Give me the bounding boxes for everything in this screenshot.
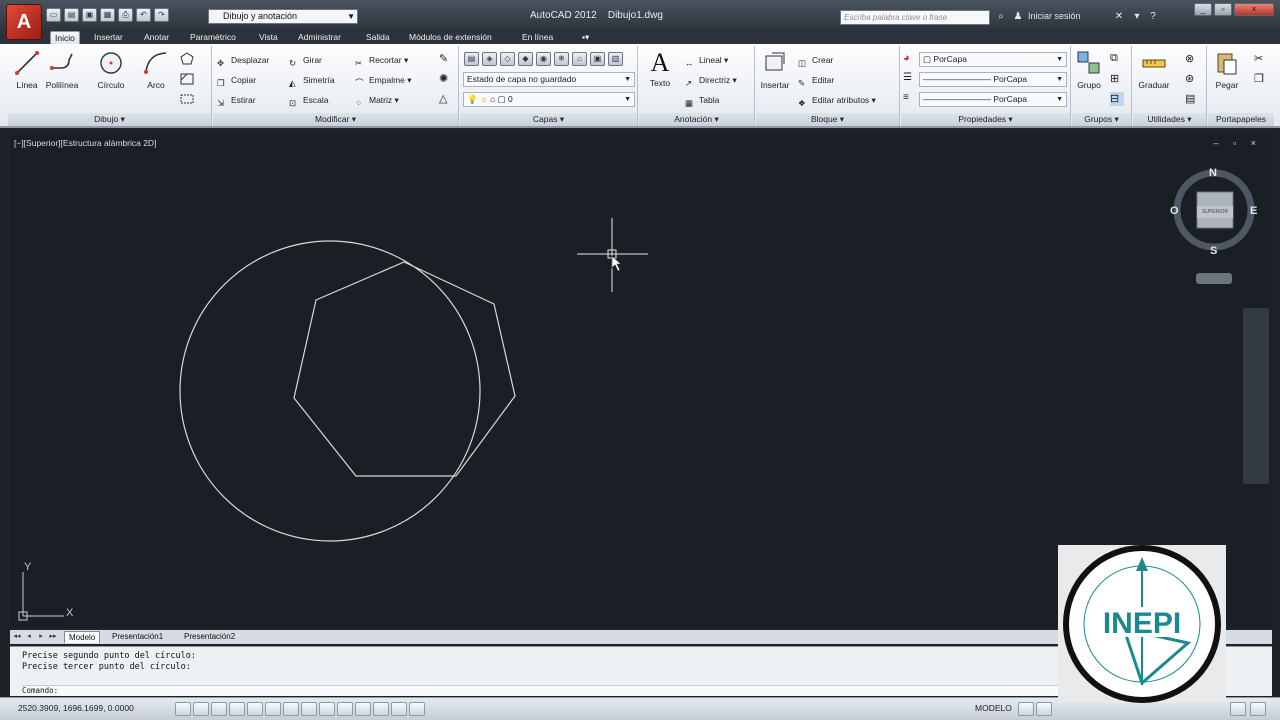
lineweight-toggle-icon[interactable] (337, 702, 353, 716)
osnap-icon[interactable] (247, 702, 263, 716)
quick-view-drawings-icon[interactable] (1036, 702, 1052, 716)
last-tab-icon[interactable]: ▸▸ (48, 631, 58, 642)
navigation-bar[interactable] (1243, 308, 1269, 484)
compass-west: O (1170, 205, 1179, 217)
wcs-button[interactable] (1196, 273, 1232, 284)
snap-icon[interactable] (175, 702, 191, 716)
annotation-monitor-icon[interactable] (409, 702, 425, 716)
ucs-y-label: Y (24, 561, 32, 573)
coordinates-readout: 2520.3909, 1696.1699, 0.0000 (18, 703, 134, 713)
logo-text: INEPI (1103, 607, 1181, 640)
otrack-icon[interactable] (283, 702, 299, 716)
grid-icon[interactable] (193, 702, 209, 716)
viewport-controls[interactable]: [−][Superior][Estructura alámbrica 2D] (14, 138, 156, 148)
quick-view-layouts-icon[interactable] (1018, 702, 1034, 716)
model-space-button[interactable]: MODELO (975, 703, 1012, 713)
3dosnap-icon[interactable] (265, 702, 281, 716)
command-history-line: Precise segundo punto del círculo: (22, 651, 196, 661)
selection-cycling-icon[interactable] (391, 702, 407, 716)
ducs-icon[interactable] (301, 702, 317, 716)
tab-presentacion1[interactable]: Presentación1 (108, 631, 167, 643)
viewcube-face[interactable]: SUPERIOR (1197, 206, 1233, 218)
prev-tab-icon[interactable]: ◂ (24, 631, 34, 642)
clean-screen-icon[interactable] (1230, 702, 1246, 716)
command-input[interactable]: Comando: (22, 685, 1172, 696)
inepi-logo: INEPI (1058, 545, 1226, 703)
crosshair-cursor (577, 218, 648, 292)
status-menu-icon[interactable] (1250, 702, 1266, 716)
drawn-polygon (293, 261, 516, 477)
transparency-icon[interactable] (355, 702, 371, 716)
viewport-window-controls[interactable]: – ▫ × (1214, 138, 1262, 148)
next-tab-icon[interactable]: ▸ (36, 631, 46, 642)
first-tab-icon[interactable]: ◂◂ (12, 631, 22, 642)
command-history-line: Precise tercer punto del círculo: (22, 662, 191, 672)
compass-north: N (1209, 167, 1217, 179)
dyn-icon[interactable] (319, 702, 335, 716)
quick-properties-icon[interactable] (373, 702, 389, 716)
drawn-circle (179, 240, 481, 542)
inepi-seal-icon: INEPI (1063, 545, 1221, 703)
tab-presentacion2[interactable]: Presentación2 (180, 631, 239, 643)
ortho-icon[interactable] (211, 702, 227, 716)
polar-icon[interactable] (229, 702, 245, 716)
ucs-icon (18, 572, 64, 621)
compass-south: S (1210, 245, 1217, 257)
application-menu-button[interactable]: A (6, 4, 42, 40)
compass-east: E (1250, 205, 1257, 217)
ucs-x-label: X (66, 607, 74, 619)
tab-modelo[interactable]: Modelo (64, 631, 101, 643)
